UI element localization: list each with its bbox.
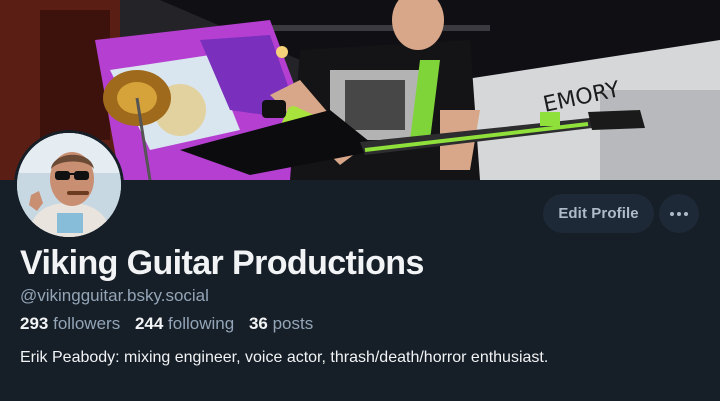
profile-stats: 293 followers 244 following 36 posts	[20, 314, 323, 334]
posts-count: 36	[248, 314, 268, 333]
profile-bio: Erik Peabody: mixing engineer, voice act…	[20, 349, 549, 366]
posts-label: posts	[272, 314, 314, 333]
following-count: 244	[134, 314, 164, 333]
followers-count: 293	[20, 314, 49, 333]
edit-profile-label: Edit Profile	[558, 205, 639, 222]
more-options-button[interactable]	[659, 194, 699, 233]
ellipsis-icon	[669, 211, 690, 216]
profile-handle: @vikingguitar.bsky.social	[20, 286, 209, 305]
following-label: following	[168, 314, 235, 333]
following-link[interactable]: 244 following	[135, 314, 244, 333]
followers-label: followers	[53, 314, 121, 333]
edit-profile-button[interactable]: Edit Profile	[543, 194, 654, 233]
avatar[interactable]	[14, 130, 124, 240]
avatar-photo	[17, 133, 121, 237]
posts-stat: 36 posts	[249, 314, 323, 333]
followers-link[interactable]: 293 followers	[20, 314, 130, 333]
display-name: Viking Guitar Productions	[20, 244, 424, 282]
